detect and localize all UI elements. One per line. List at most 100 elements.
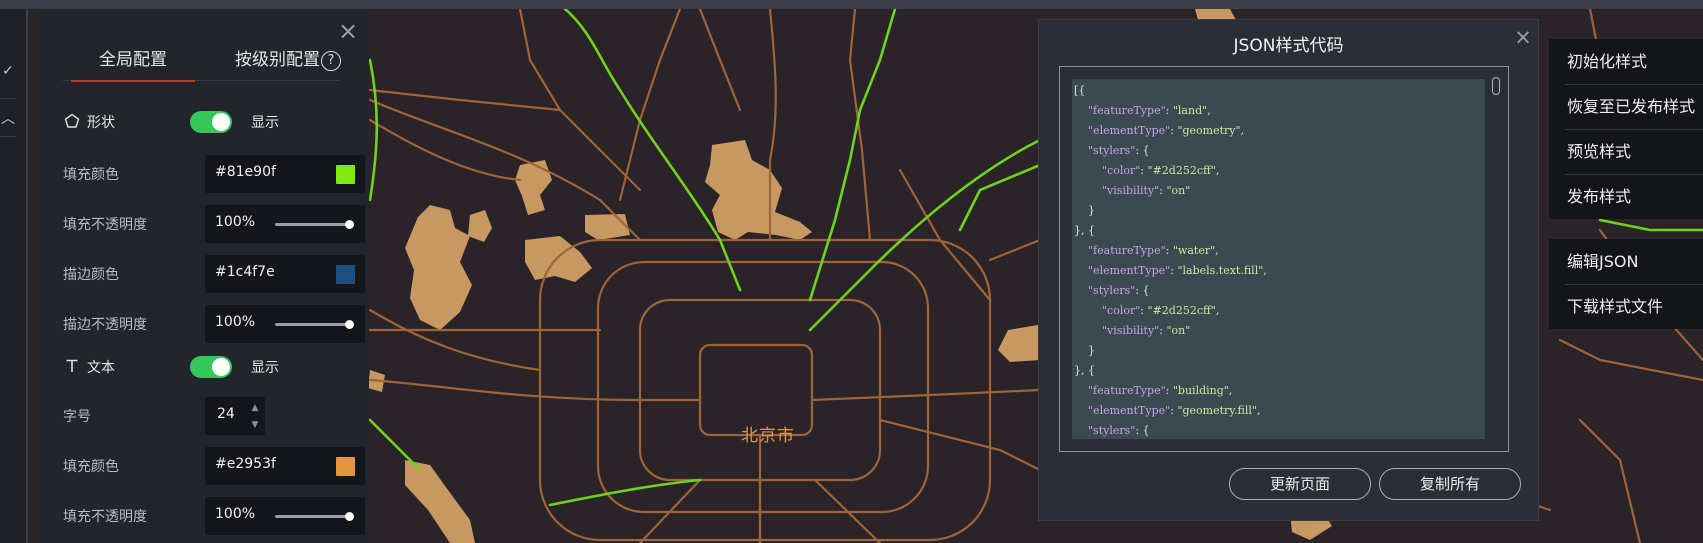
text-visibility-label: 显示 [251, 360, 279, 376]
toggle-knob [212, 113, 230, 131]
stepper-up-icon[interactable]: ▲ [248, 401, 262, 415]
prop-label: 字号 [63, 409, 91, 425]
style-actions-menu: 初始化样式 恢复至已发布样式 预览样式 发布样式 [1549, 39, 1703, 219]
json-code-text[interactable]: [{ "featureType": "land", "elementType":… [1072, 79, 1485, 439]
code-line: "elementType": "geometry.fill", [1088, 404, 1261, 417]
code-line: "elementType": "labels.text.fill", [1088, 264, 1267, 277]
slider-thumb[interactable] [345, 512, 354, 521]
restore-published-button[interactable]: 恢复至已发布样式 [1549, 84, 1703, 129]
shape-fill-color-field[interactable]: #81e90f [205, 155, 365, 193]
text-fill-color-field[interactable]: #e2953f [205, 447, 365, 485]
toggle-knob [212, 358, 230, 376]
prop-label: 描边不透明度 [63, 317, 147, 333]
shape-stroke-opacity-row: 描边不透明度 100% [63, 305, 365, 343]
top-bar [0, 0, 1703, 9]
text-visibility-toggle[interactable] [190, 356, 232, 378]
color-swatch[interactable] [336, 165, 355, 184]
shape-fill-color-row: 填充颜色 #81e90f [63, 155, 365, 193]
copy-all-button[interactable]: 复制所有 [1379, 468, 1521, 500]
color-hex-value: #81e90f [215, 164, 276, 180]
app-root: ✓ ︿ × 全局配置 按级别配置 ? 形状 显示 填充颜色 #81e90f 填充… [0, 0, 1703, 543]
text-fill-color-row: 填充颜色 #e2953f [63, 447, 365, 485]
code-line: "elementType": "geometry", [1088, 124, 1245, 137]
code-line: [{ [1074, 84, 1086, 97]
shape-visibility-toggle[interactable] [190, 111, 232, 133]
dialog-title: JSON样式代码 [1233, 36, 1344, 56]
color-hex-value: #1c4f7e [215, 264, 275, 280]
opacity-slider[interactable] [275, 320, 354, 329]
color-hex-value: #e2953f [215, 456, 276, 472]
code-line: "featureType": "land", [1088, 104, 1211, 117]
rail-divider [0, 136, 16, 137]
shape-stroke-color-row: 描边颜色 #1c4f7e [63, 255, 365, 293]
opacity-slider[interactable] [275, 220, 354, 229]
edit-json-button[interactable]: 编辑JSON [1549, 239, 1703, 284]
font-size-row: 字号 24 ▲ ▼ [63, 397, 353, 435]
update-page-button[interactable]: 更新页面 [1229, 468, 1371, 500]
font-size-value: 24 [217, 406, 235, 422]
stepper-down-icon[interactable]: ▼ [248, 418, 262, 432]
pentagon-icon [63, 113, 81, 131]
code-line: "color": "#2d252cff", [1101, 164, 1220, 177]
close-icon[interactable]: × [1513, 26, 1533, 48]
shape-stroke-opacity-field: 100% [205, 305, 365, 343]
prop-label: 填充颜色 [63, 459, 119, 475]
code-line: "visibility": "on" [1101, 184, 1191, 197]
code-line: } [1074, 204, 1095, 217]
json-code-editor[interactable]: [{ "featureType": "land", "elementType":… [1059, 66, 1509, 452]
close-icon[interactable]: × [337, 19, 359, 43]
json-style-dialog: JSON样式代码 × [{ "featureType": "land", "el… [1039, 20, 1538, 520]
shape-fill-opacity-field: 100% [205, 205, 365, 243]
color-swatch[interactable] [336, 265, 355, 284]
shape-section-header: 形状 显示 [63, 107, 353, 137]
code-line: "featureType": "building", [1088, 384, 1233, 397]
json-actions-menu: 编辑JSON 下载样式文件 [1549, 239, 1703, 329]
left-rail: ✓ ︿ [0, 9, 28, 543]
text-fill-opacity-field: 100% [205, 497, 365, 535]
prop-label: 描边颜色 [63, 267, 119, 283]
code-line: "featureType": "water", [1088, 244, 1219, 257]
help-icon[interactable]: ? [321, 51, 341, 71]
color-swatch[interactable] [336, 457, 355, 476]
opacity-slider[interactable] [275, 512, 354, 521]
rail-divider [0, 98, 16, 99]
code-line: }, { [1074, 364, 1095, 377]
text-fill-opacity-row: 填充不透明度 100% [63, 497, 365, 535]
shape-fill-opacity-row: 填充不透明度 100% [63, 205, 365, 243]
text-section-label: 文本 [87, 360, 115, 376]
style-config-panel: × 全局配置 按级别配置 ? 形状 显示 填充颜色 #81e90f 填充不透明度 [37, 9, 369, 543]
shape-stroke-color-field[interactable]: #1c4f7e [205, 255, 365, 293]
publish-style-button[interactable]: 发布样式 [1549, 174, 1703, 219]
code-scrollbar[interactable] [1492, 77, 1500, 443]
map-city-label: 北京市 [741, 426, 795, 446]
text-section-header: 文本 显示 [63, 352, 353, 382]
code-line: "stylers": { [1088, 284, 1150, 297]
opacity-value: 100% [215, 506, 256, 522]
slider-thumb[interactable] [345, 320, 354, 329]
slider-thumb[interactable] [345, 220, 354, 229]
download-style-button[interactable]: 下载样式文件 [1549, 284, 1703, 329]
code-line: }, { [1074, 224, 1095, 237]
check-icon[interactable]: ✓ [0, 53, 16, 89]
font-size-stepper[interactable]: 24 ▲ ▼ [205, 397, 265, 435]
prop-label: 填充颜色 [63, 167, 119, 183]
tab-global-config[interactable]: 全局配置 [71, 39, 195, 82]
config-tabs: 全局配置 按级别配置 ? [63, 39, 341, 82]
preview-style-button[interactable]: 预览样式 [1549, 129, 1703, 174]
tab-level-config[interactable]: 按级别配置 [235, 39, 320, 81]
shape-section-label: 形状 [87, 115, 115, 131]
chevron-up-icon[interactable]: ︿ [0, 101, 16, 137]
code-line: "visibility": "on" [1101, 324, 1191, 337]
code-line: "color": "#2d252cff", [1101, 304, 1220, 317]
init-style-button[interactable]: 初始化样式 [1549, 39, 1703, 84]
code-line: } [1074, 344, 1095, 357]
prop-label: 填充不透明度 [63, 509, 147, 525]
prop-label: 填充不透明度 [63, 217, 147, 233]
code-line: "stylers": { [1088, 424, 1150, 437]
text-icon [63, 358, 81, 376]
opacity-value: 100% [215, 214, 256, 230]
code-line: "stylers": { [1088, 144, 1150, 157]
opacity-value: 100% [215, 314, 256, 330]
shape-visibility-label: 显示 [251, 115, 279, 131]
scrollbar-thumb[interactable] [1492, 77, 1500, 95]
